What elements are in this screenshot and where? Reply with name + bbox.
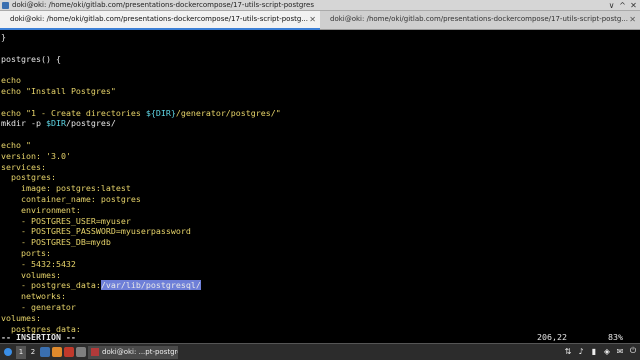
audio-icon[interactable]: ♪ [576, 347, 586, 356]
code-token: /postgres/ [65, 118, 116, 129]
code-line: version: '3.0' [1, 151, 71, 162]
code-token: image: postgres:latest [1, 183, 131, 194]
workspace-2[interactable]: 2 [28, 346, 38, 359]
window-title: doki@oki: /home/oki/gitlab.com/presentat… [12, 1, 314, 9]
code-line: networks: [1, 291, 66, 302]
code-token: volumes: [1, 312, 41, 323]
code-line: } [1, 32, 6, 43]
code-token: } [1, 32, 6, 42]
code-line: postgres() { [1, 54, 61, 65]
terminal-icon [2, 2, 9, 9]
code-line: - postgres_data:/var/lib/postgresql/ [1, 280, 201, 291]
chat-icon[interactable]: ✉ [615, 347, 625, 356]
tab-bar: doki@oki: /home/oki/gitlab.com/presentat… [0, 11, 640, 30]
maximize-button[interactable]: ^ [618, 0, 627, 11]
tab-label: doki@oki: /home/oki/gitlab.com/presentat… [10, 15, 308, 23]
tab-terminal-1[interactable]: doki@oki: /home/oki/gitlab.com/presentat… [0, 11, 320, 30]
code-line: services: [1, 162, 46, 173]
code-token: echo [1, 140, 26, 150]
code-line: postgres: [1, 172, 56, 183]
code-token: echo [1, 107, 26, 118]
code-token: - generator [1, 302, 76, 312]
code-line: environment: [1, 205, 81, 216]
mode-indicator: -- INSERTION -- [1, 332, 76, 342]
tab-close-icon[interactable]: ✕ [309, 11, 316, 28]
code-line: image: postgres:latest [1, 183, 131, 194]
code-line: mkdir -p $DIR/postgres/ [1, 118, 116, 129]
code-token: container_name: postgres [1, 194, 141, 204]
scroll-percent: 83% [608, 332, 623, 342]
code-token: ${DIR} [145, 107, 176, 118]
system-tray: ⇅ ♪ ▮ ◈ ✉ ⏻ [563, 346, 638, 356]
code-line: echo [1, 75, 21, 86]
code-token: /generator/postgres/" [175, 107, 281, 118]
task-label: doki@oki: ...pt-postgres [102, 348, 178, 356]
code-token: mkdir -p [1, 118, 46, 129]
code-line: echo " [1, 140, 31, 151]
code-token: - 5432:5432 [1, 258, 76, 269]
tab-terminal-2[interactable]: doki@oki: /home/oki/gitlab.com/presentat… [320, 11, 640, 30]
workspace-1[interactable]: 1 [16, 345, 26, 359]
code-line: ports: [1, 248, 51, 259]
minimize-button[interactable]: ∨ [607, 0, 616, 11]
power-icon[interactable]: ⏻ [628, 346, 638, 356]
vim-status-line: -- INSERTION -- 206,22 83% [0, 331, 640, 343]
cursor-position: 206,22 [537, 332, 567, 342]
code-line: echo "1 - Create directories ${DIR}/gene… [1, 108, 281, 119]
code-token: - POSTGRES_PASSWORD=myuserpassword [1, 226, 191, 237]
terminal-icon [91, 348, 99, 356]
code-token: - POSTGRES_DB=mydb [1, 237, 111, 248]
code-token: "1 - Create directories [25, 107, 146, 118]
code-line: echo "Install Postgres" [1, 86, 116, 97]
code-line: volumes: [1, 313, 41, 324]
code-line: - POSTGRES_PASSWORD=myuserpassword [1, 226, 191, 237]
window-controls: ∨ ^ ✕ [607, 0, 638, 11]
launcher-icon-1[interactable] [40, 347, 50, 357]
start-menu-icon[interactable] [2, 346, 14, 359]
code-token: version: '3.0' [1, 150, 71, 161]
launcher-icon-2[interactable] [52, 347, 62, 357]
code-token: "Install Postgres" [25, 86, 116, 96]
code-line: - generator [1, 302, 76, 313]
code-token: services: [1, 161, 46, 172]
code-token: echo [1, 86, 26, 96]
code-token: - POSTGRES_USER=myuser [1, 215, 131, 226]
code-token: postgres: [1, 172, 56, 183]
code-token: volumes: [1, 269, 61, 280]
code-token: $DIR [45, 118, 66, 129]
code-line: - POSTGRES_USER=myuser [1, 216, 131, 227]
launcher-icon-4[interactable] [76, 347, 86, 357]
code-token: echo [1, 75, 21, 86]
battery-icon[interactable]: ▮ [589, 347, 599, 356]
code-line: - 5432:5432 [1, 259, 76, 270]
terminal-editor[interactable]: } postgres() {echo echo "Install Postgres"… [0, 30, 640, 343]
code-token: environment: [1, 204, 81, 215]
launcher-icon-3[interactable] [64, 347, 74, 357]
code-token: ports: [1, 248, 51, 258]
selected-text: /var/lib/postgresql/ [100, 280, 201, 291]
code-line: - POSTGRES_DB=mydb [1, 237, 111, 248]
network-icon[interactable]: ⇅ [563, 347, 573, 356]
code-line: volumes: [1, 270, 61, 281]
code-line: container_name: postgres [1, 194, 141, 205]
close-button[interactable]: ✕ [629, 0, 638, 11]
code-token: networks: [1, 291, 66, 302]
taskbar: 1 2 doki@oki: ...pt-postgres ⇅ ♪ ▮ ◈ ✉ ⏻ [0, 343, 640, 360]
code-token: postgres() { [1, 53, 61, 64]
shield-icon[interactable]: ◈ [602, 347, 612, 356]
taskbar-task-terminal[interactable]: doki@oki: ...pt-postgres [88, 345, 178, 359]
tab-close-icon[interactable]: ✕ [629, 11, 636, 28]
code-token: " [25, 140, 31, 150]
tab-label: doki@oki: /home/oki/gitlab.com/presentat… [330, 15, 628, 23]
window-titlebar: doki@oki: /home/oki/gitlab.com/presentat… [0, 0, 640, 11]
code-token: - postgres_data: [1, 280, 101, 291]
